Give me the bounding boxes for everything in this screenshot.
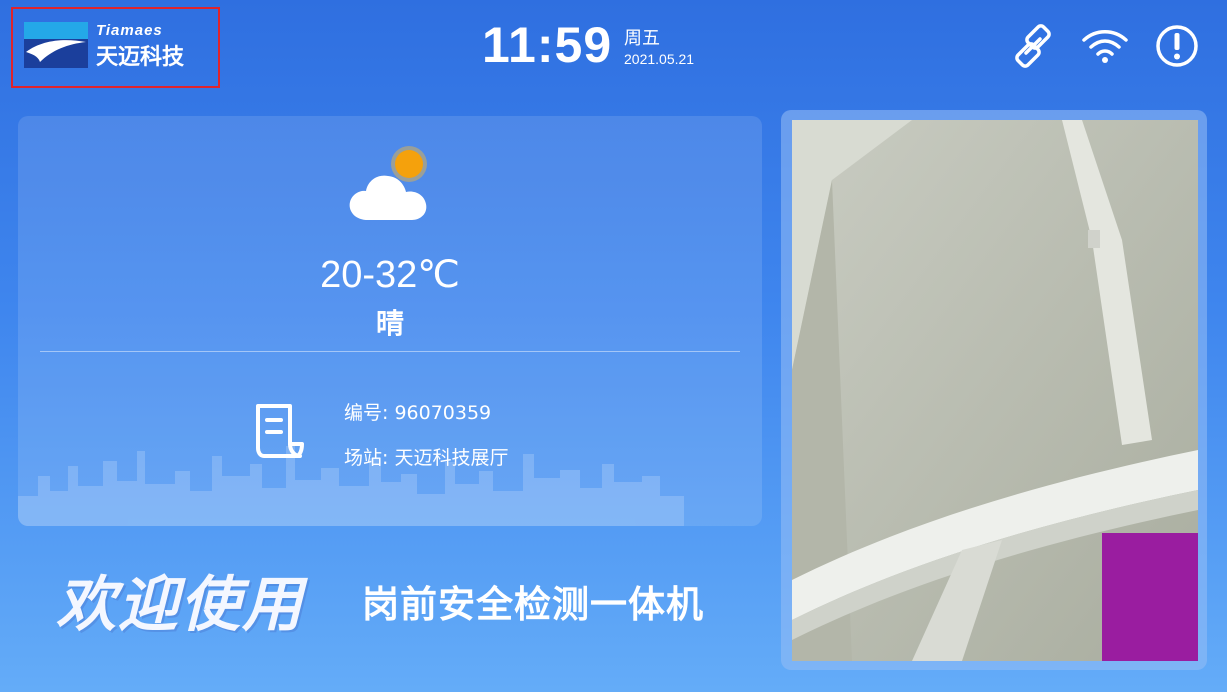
camera-scene [792, 120, 1198, 661]
clock-time: 11:59 [482, 17, 613, 73]
product-name: 岗前安全检测一体机 [362, 583, 704, 626]
partly-cloudy-icon [349, 146, 427, 220]
camera-frame [781, 110, 1207, 670]
station-name: 场站: 天迈科技展厅 [344, 447, 509, 469]
weather-panel: 20-32℃ 晴 编号: 96070359 场站: 天迈科技展厅 [18, 116, 762, 526]
weekday-label: 周五 [624, 28, 660, 49]
device-number: 编号: 96070359 [344, 402, 492, 424]
tiamaes-logo-icon [24, 22, 88, 68]
logo-text-en: Tiamaes [96, 22, 163, 39]
link-icon[interactable] [1009, 22, 1057, 70]
temperature-range: 20-32℃ [320, 254, 460, 296]
weather-condition: 晴 [375, 307, 404, 340]
wifi-icon[interactable] [1081, 22, 1129, 70]
camera-preview [792, 120, 1198, 661]
date-label: 2021.05.21 [624, 51, 695, 67]
panel-divider [40, 351, 740, 352]
alert-icon[interactable] [1153, 22, 1201, 70]
document-icon [256, 404, 304, 458]
logo-text-cn: 天迈科技 [96, 45, 185, 70]
welcome-title: 欢迎使用 [56, 570, 304, 640]
